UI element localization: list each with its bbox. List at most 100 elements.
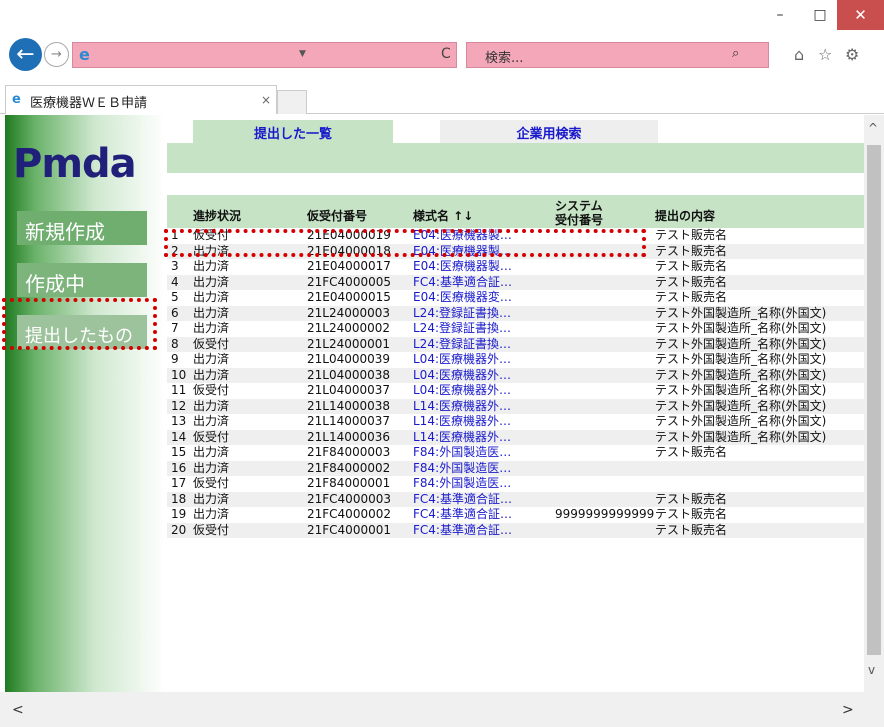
scroll-down-icon[interactable]: v <box>868 663 875 677</box>
close-window-button[interactable]: ✕ <box>837 0 884 30</box>
row-status: 出力済 <box>193 507 230 521</box>
row-receipt-number: 21FC4000005 <box>307 274 391 289</box>
row-form-link[interactable]: F84:外国製造医… <box>413 476 511 491</box>
col-receipt: 仮受付番号 <box>307 209 368 223</box>
row-content: テスト外国製造所_名称(外国文) <box>655 429 827 444</box>
row-receipt-number: 21L04000037 <box>307 383 391 397</box>
table-row[interactable]: 7 出力済 21L24000002 L24:登録証書換… テスト外国製造所_名称(外国文… <box>167 321 864 337</box>
row-form-link[interactable]: L24:登録証書換… <box>413 321 511 336</box>
row-status: 仮受付 <box>193 476 230 490</box>
new-tab-button[interactable] <box>277 90 307 114</box>
row-status: 出力済 <box>193 460 230 475</box>
search-placeholder: 検索... <box>485 51 524 66</box>
row-form-link[interactable]: L14:医療機器外… <box>413 430 511 445</box>
row-status: 出力済 <box>193 321 230 335</box>
table-row[interactable]: 3 出力済 21E04000017 E04:医療機器製… テスト販売名 <box>167 259 864 275</box>
row-status: 出力済 <box>193 305 230 320</box>
row-receipt-number: 21FC4000001 <box>307 522 391 537</box>
refresh-button[interactable]: C <box>441 46 451 62</box>
tab-submitted-list[interactable]: 提出した一覧 <box>193 120 393 143</box>
table-row[interactable]: 6 出力済 21L24000003 L24:登録証書換… テスト外国製造所_名称(外国文… <box>167 305 864 321</box>
favorites-star-icon[interactable]: ☆ <box>818 45 832 64</box>
chevron-down-icon[interactable]: ▼ <box>299 49 306 59</box>
back-button[interactable]: ← <box>9 38 42 71</box>
scroll-right-icon[interactable]: > <box>842 702 854 718</box>
row-status: 仮受付 <box>193 429 230 444</box>
gear-icon[interactable]: ⚙ <box>845 45 859 64</box>
col-form-sort[interactable]: 様式名 ↑↓ <box>413 207 473 224</box>
row-form-link[interactable]: L04:医療機器外… <box>413 352 511 367</box>
table-row[interactable]: 20 仮受付 21FC4000001 FC4:基準適合証… テスト販売名 <box>167 522 864 538</box>
row-number: 16 <box>171 460 187 475</box>
row-status: 出力済 <box>193 414 230 428</box>
scroll-thumb[interactable] <box>867 145 881 655</box>
search-icon[interactable]: ⌕ <box>732 46 739 61</box>
row-form-link[interactable]: L14:医療機器外… <box>413 414 511 429</box>
sidebar-item-new[interactable]: 新規作成 <box>17 211 147 245</box>
row-form-link[interactable]: FC4:基準適合証… <box>413 492 512 507</box>
row-form-link[interactable]: FC4:基準適合証… <box>413 507 512 522</box>
maximize-button[interactable]: □ <box>800 0 840 30</box>
row-status: 仮受付 <box>193 522 230 537</box>
row-form-link[interactable]: L04:医療機器外… <box>413 368 511 383</box>
row-receipt-number: 21FC4000003 <box>307 491 391 506</box>
row-content: テスト販売名 <box>655 228 728 242</box>
table-row[interactable]: 19 出力済 21FC4000002 FC4:基準適合証… 9999999999999 テ… <box>167 507 864 523</box>
close-tab-icon[interactable]: × <box>261 93 271 107</box>
row-receipt-number: 21E04000017 <box>307 259 391 273</box>
table-row[interactable]: 12 出力済 21L14000038 L14:医療機器外… テスト外国製造所_名称(外国… <box>167 398 864 414</box>
table-row[interactable]: 16 出力済 21F84000002 F84:外国製造医… <box>167 460 864 476</box>
horizontal-scrollbar[interactable]: < > <box>0 692 884 727</box>
row-content: テスト販売名 <box>655 243 728 258</box>
table-row[interactable]: 8 仮受付 21L24000001 L24:登録証書換… テスト外国製造所_名称(外国文… <box>167 336 864 352</box>
row-form-link[interactable]: L24:登録証書換… <box>413 337 511 352</box>
row-form-link[interactable]: E04:医療機器変… <box>413 290 512 305</box>
table-row[interactable]: 10 出力済 21L04000038 L04:医療機器外… テスト外国製造所_名称(外国… <box>167 367 864 383</box>
row-form-link[interactable]: FC4:基準適合証… <box>413 275 512 290</box>
row-content: テスト外国製造所_名称(外国文) <box>655 352 827 366</box>
pmda-logo: Pmda <box>13 141 137 187</box>
scroll-up-icon[interactable]: ^ <box>868 121 878 135</box>
row-form-link[interactable]: L14:医療機器外… <box>413 399 511 414</box>
table-row[interactable]: 18 出力済 21FC4000003 FC4:基準適合証… テスト販売名 <box>167 491 864 507</box>
row-number: 13 <box>171 414 187 428</box>
browser-window: – □ ✕ ← → e ▼ C 検索... ⌕ ⌂ ☆ ⚙ e 医療機器ＷＥＢ申… <box>0 0 884 727</box>
table-row[interactable]: 15 出力済 21F84000003 F84:外国製造医… テスト販売名 <box>167 445 864 461</box>
row-form-link[interactable]: F84:外国製造医… <box>413 461 511 476</box>
row-form-link[interactable]: F84:外国製造医… <box>413 445 511 460</box>
table-row[interactable]: 17 仮受付 21F84000001 F84:外国製造医… <box>167 476 864 492</box>
col-content: 提出の内容 <box>655 209 716 223</box>
table-header: 進捗状況 仮受付番号 様式名 ↑↓ システム 受付番号 提出の内容 <box>167 195 864 228</box>
tab-corp-search[interactable]: 企業用検索 <box>440 120 658 143</box>
row-form-link[interactable]: FC4:基準適合証… <box>413 523 512 538</box>
row-form-link[interactable]: E04:医療機器製… <box>413 259 512 274</box>
table-row[interactable]: 11 仮受付 21L04000037 L04:医療機器外… テスト外国製造所_名称(外国… <box>167 383 864 399</box>
row-content: テスト外国製造所_名称(外国文) <box>655 398 827 413</box>
browser-tab[interactable]: e 医療機器ＷＥＢ申請 × <box>5 85 277 114</box>
row-number: 14 <box>171 429 187 444</box>
row-status: 出力済 <box>193 398 230 413</box>
row-form-link[interactable]: L04:医療機器外… <box>413 383 511 398</box>
table-row[interactable]: 5 出力済 21E04000015 E04:医療機器変… テスト販売名 <box>167 290 864 306</box>
row-receipt-number: 21L04000039 <box>307 352 391 366</box>
vertical-scrollbar[interactable]: ^ v <box>864 115 884 692</box>
table-row[interactable]: 13 出力済 21L14000037 L14:医療機器外… テスト外国製造所_名称(外国… <box>167 414 864 430</box>
address-bar[interactable]: e ▼ C <box>72 42 457 68</box>
home-icon[interactable]: ⌂ <box>794 45 804 64</box>
table-row[interactable]: 9 出力済 21L04000039 L04:医療機器外… テスト外国製造所_名称(外国文… <box>167 352 864 368</box>
row-receipt-number: 21F84000003 <box>307 445 391 459</box>
row-form-link[interactable]: L24:登録証書換… <box>413 306 511 321</box>
forward-button[interactable]: → <box>44 42 69 67</box>
row-receipt-number: 21L14000038 <box>307 398 391 413</box>
ie-icon: e <box>12 92 21 107</box>
row-number: 17 <box>171 476 187 490</box>
table-row[interactable]: 14 仮受付 21L14000036 L14:医療機器外… テスト外国製造所_名称(外国… <box>167 429 864 445</box>
minimize-button[interactable]: – <box>760 0 800 30</box>
search-input[interactable]: 検索... ⌕ <box>466 42 769 68</box>
sidebar-item-in-progress[interactable]: 作成中 <box>17 263 147 297</box>
row-number: 8 <box>171 336 179 351</box>
row-number: 7 <box>171 321 179 335</box>
row-number: 9 <box>171 352 179 366</box>
scroll-left-icon[interactable]: < <box>12 702 24 718</box>
table-row[interactable]: 4 出力済 21FC4000005 FC4:基準適合証… テスト販売名 <box>167 274 864 290</box>
